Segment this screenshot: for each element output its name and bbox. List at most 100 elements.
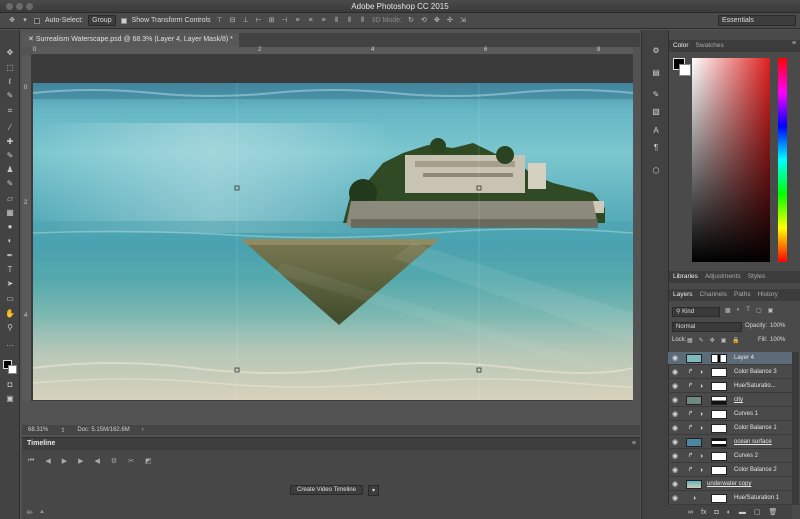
quick-select-tool-icon[interactable]: ✎ xyxy=(5,91,15,101)
visibility-eye-icon[interactable]: ◉ xyxy=(672,436,678,449)
previous-frame-icon[interactable]: ◀ xyxy=(45,457,50,465)
artboard-icon[interactable]: ▣ xyxy=(721,337,727,344)
path-selection-tool-icon[interactable]: ➤ xyxy=(5,279,15,289)
layer-filter-dropdown[interactable]: ⚲ Kind xyxy=(672,307,720,317)
create-video-timeline-button[interactable]: Create Video Timeline xyxy=(290,485,363,495)
link-layers-icon[interactable]: ∞ xyxy=(688,509,693,516)
align-top-icon[interactable]: ⊤ xyxy=(216,17,224,24)
auto-select-dropdown[interactable]: Group xyxy=(88,15,116,26)
next-frame-icon[interactable]: ▶ xyxy=(78,457,83,465)
add-mask-icon[interactable]: ◘ xyxy=(714,509,718,516)
brush-presets-icon[interactable]: ✎ xyxy=(651,90,661,100)
visibility-eye-icon[interactable]: ◉ xyxy=(672,464,678,477)
tab-history[interactable]: History xyxy=(758,289,778,301)
tab-styles[interactable]: Styles xyxy=(748,271,766,283)
layer-row-layer-4[interactable]: ◉ Layer 4 xyxy=(668,352,792,365)
lasso-tool-icon[interactable]: ℓ xyxy=(5,77,15,87)
visibility-eye-icon[interactable]: ◉ xyxy=(672,422,678,435)
3d-roll-icon[interactable]: ⟲ xyxy=(420,17,428,24)
3d-slide-icon[interactable]: ✣ xyxy=(446,17,454,24)
fill-value[interactable]: 100% xyxy=(770,337,785,343)
more-tools-icon[interactable]: … xyxy=(5,339,15,349)
hue-slider[interactable] xyxy=(778,58,787,262)
history-brush-tool-icon[interactable]: ✎ xyxy=(5,179,15,189)
layer-mask-thumbnail[interactable] xyxy=(711,410,727,419)
crop-tool-icon[interactable]: ⌗ xyxy=(5,106,15,116)
hand-tool-icon[interactable]: ✋ xyxy=(5,309,15,319)
distribute-vcenter-icon[interactable]: ≡ xyxy=(307,17,315,24)
render-icon[interactable]: ⟴ xyxy=(26,509,33,516)
quick-mask-icon[interactable]: ◘ xyxy=(5,380,15,390)
move-tool-icon[interactable]: ✥ xyxy=(5,48,15,58)
background-color-swatch[interactable] xyxy=(8,365,17,374)
layer-mask-thumbnail[interactable] xyxy=(711,438,727,447)
character-panel-icon[interactable]: A xyxy=(651,126,661,136)
distribute-hcenter-icon[interactable]: ⦀ xyxy=(346,17,354,24)
visibility-eye-icon[interactable]: ◉ xyxy=(672,478,678,491)
align-vcenter-icon[interactable]: ⊟ xyxy=(229,17,237,24)
history-panel-icon[interactable]: ⚙ xyxy=(651,46,661,56)
panel-menu-icon[interactable]: ≡ xyxy=(632,440,636,447)
play-icon[interactable]: ▶ xyxy=(62,457,67,465)
document-tab[interactable]: ✕ Surrealism Waterscape.psd @ 68.3% (Lay… xyxy=(22,33,239,47)
filter-adjustment-icon[interactable]: ◐ xyxy=(737,307,741,314)
new-layer-icon[interactable]: ▢ xyxy=(754,508,761,516)
3d-rotate-icon[interactable]: ↻ xyxy=(407,17,415,24)
3d-panel-icon[interactable]: ⬡ xyxy=(651,166,661,176)
tab-adjustments[interactable]: Adjustments xyxy=(705,271,741,283)
clone-stamp-tool-icon[interactable]: ♟ xyxy=(5,165,15,175)
eraser-tool-icon[interactable]: ▱ xyxy=(5,194,15,204)
dodge-tool-icon[interactable]: ◐ xyxy=(5,236,15,246)
layer-row-color-balance-2[interactable]: ◉ ↱ ◑ Color Balance 2 xyxy=(668,464,792,477)
align-bottom-icon[interactable]: ⊥ xyxy=(242,17,250,24)
layer-mask-thumbnail[interactable] xyxy=(711,452,727,461)
properties-panel-icon[interactable]: ▤ xyxy=(651,68,661,78)
audio-icon[interactable]: ◀ xyxy=(94,457,99,465)
type-tool-icon[interactable]: T xyxy=(5,265,15,275)
layer-row-hue-saturation-1[interactable]: ◉ ◑ Hue/Saturation 1 xyxy=(668,492,792,505)
layer-mask-thumbnail[interactable] xyxy=(711,354,727,363)
filter-pixel-icon[interactable]: ▩ xyxy=(725,307,731,314)
layer-row-underwater-copy[interactable]: ◉ underwater copy xyxy=(668,478,792,491)
visibility-eye-icon[interactable]: ◉ xyxy=(672,394,678,407)
filter-smart-icon[interactable]: ▣ xyxy=(768,307,774,314)
3d-pan-icon[interactable]: ✥ xyxy=(433,17,441,24)
panel-menu-icon[interactable]: ≡ xyxy=(792,40,796,47)
share-icon[interactable]: ⇪ xyxy=(60,427,65,434)
align-left-icon[interactable]: ⊢ xyxy=(255,17,263,24)
pen-tool-icon[interactable]: ✒ xyxy=(5,251,15,261)
workspace-dropdown[interactable]: Essentials xyxy=(718,15,796,26)
layer-row-hue-saturation[interactable]: ◉ ↱ ◑ Hue/Saturatio... xyxy=(668,380,792,393)
scissors-icon[interactable]: ✂ xyxy=(128,457,134,465)
lock-pixels-icon[interactable]: ✎ xyxy=(699,337,704,344)
lock-transparent-icon[interactable]: ▦ xyxy=(687,337,693,344)
layer-mask-thumbnail[interactable] xyxy=(711,396,727,405)
layer-mask-thumbnail[interactable] xyxy=(711,382,727,391)
layer-row-curves-1[interactable]: ◉ ↱ ◑ Curves 1 xyxy=(668,408,792,421)
tab-layers[interactable]: Layers xyxy=(673,289,693,301)
layer-row-color-balance-1[interactable]: ◉ ↱ ◑ Color Balance 1 xyxy=(668,422,792,435)
tab-libraries[interactable]: Libraries xyxy=(673,271,698,283)
transition-icon[interactable]: ◩ xyxy=(145,457,152,465)
chevron-down-icon[interactable]: ▾ xyxy=(368,485,380,496)
distribute-top-icon[interactable]: ≡ xyxy=(294,17,302,24)
blend-mode-dropdown[interactable]: Normal xyxy=(672,322,742,332)
eyedropper-tool-icon[interactable]: ⁄ xyxy=(5,123,15,133)
opacity-value[interactable]: 100% xyxy=(770,323,785,329)
layer-mask-thumbnail[interactable] xyxy=(711,466,727,475)
first-frame-icon[interactable]: ⏮ xyxy=(28,457,34,465)
paragraph-panel-icon[interactable]: ¶ xyxy=(651,143,661,153)
close-window-button[interactable] xyxy=(6,3,13,10)
clone-source-icon[interactable]: ▧ xyxy=(651,107,661,117)
layer-mask-thumbnail[interactable] xyxy=(711,494,727,503)
fx-icon[interactable]: fx xyxy=(701,509,706,516)
tab-paths[interactable]: Paths xyxy=(734,289,751,301)
layer-mask-thumbnail[interactable] xyxy=(711,368,727,377)
new-group-icon[interactable]: ▬ xyxy=(739,509,746,516)
minimize-window-button[interactable] xyxy=(16,3,23,10)
layer-row-ocean-surface[interactable]: ◉ ocean surface xyxy=(668,436,792,449)
show-transform-checkbox[interactable] xyxy=(120,17,127,24)
chevron-right-icon[interactable]: › xyxy=(142,427,144,433)
move-tool-icon[interactable]: ✥ xyxy=(8,17,16,24)
zoom-window-button[interactable] xyxy=(26,3,33,10)
